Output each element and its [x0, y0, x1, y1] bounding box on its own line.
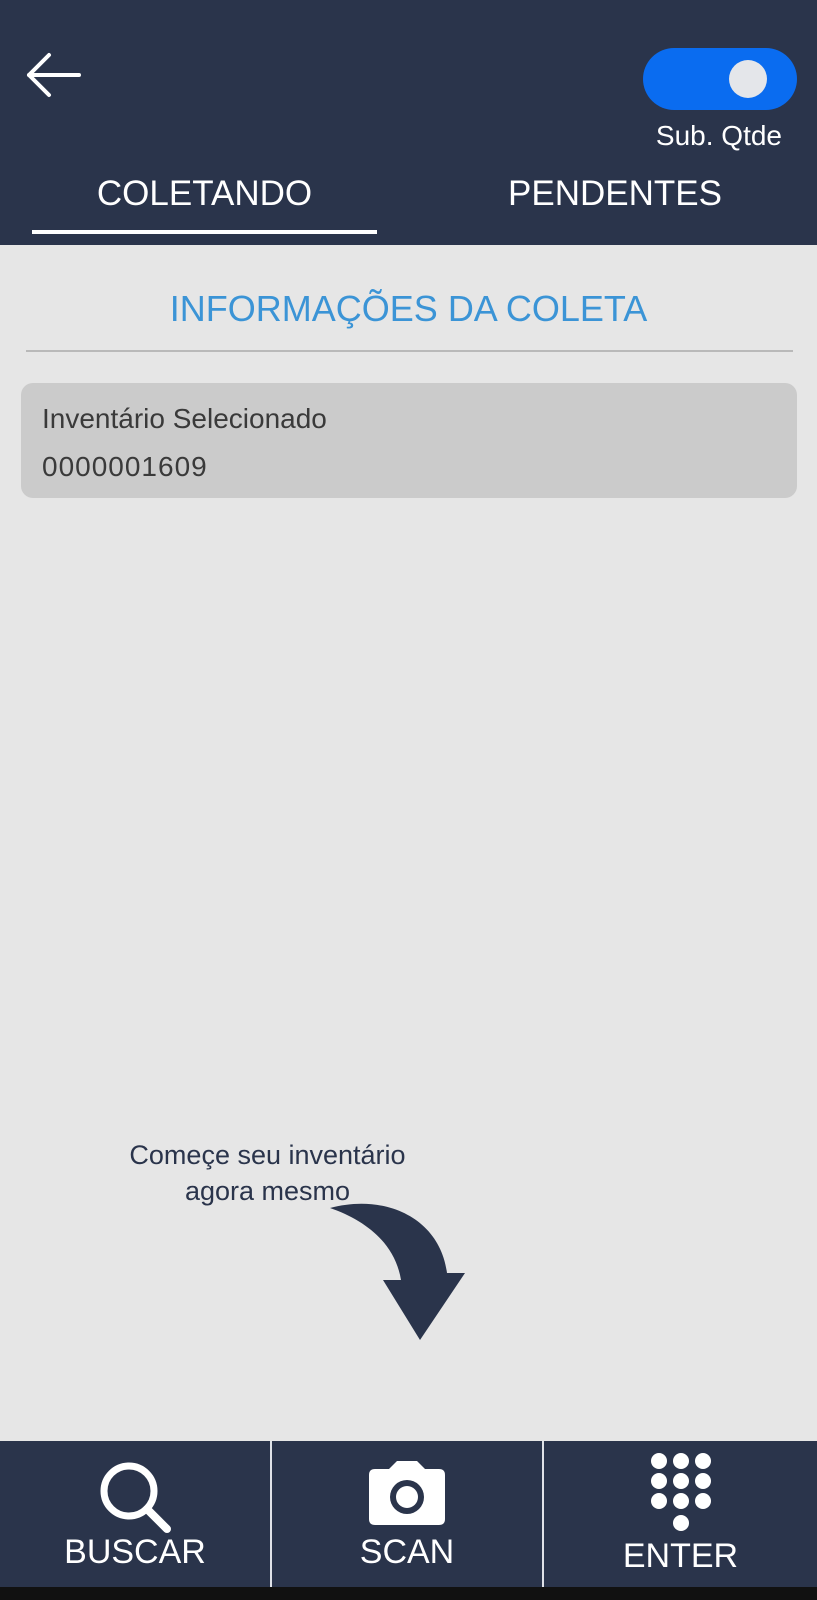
- enter-button[interactable]: ENTER: [544, 1441, 817, 1587]
- card-label: Inventário Selecionado: [42, 403, 327, 434]
- keypad-icon: [650, 1453, 711, 1531]
- buscar-label: BUSCAR: [64, 1533, 206, 1571]
- search-icon: [100, 1462, 171, 1533]
- tab-coletando[interactable]: COLETANDO: [32, 170, 377, 230]
- scan-label: SCAN: [359, 1533, 455, 1571]
- arrow-left-icon: [27, 53, 81, 97]
- sub-qtde-toggle[interactable]: [643, 48, 797, 110]
- section-divider: [26, 350, 793, 352]
- section-title: INFORMAÇÕES DA COLETA: [169, 288, 648, 329]
- active-tab-indicator: [32, 230, 377, 234]
- buscar-button[interactable]: BUSCAR: [0, 1441, 270, 1587]
- toggle-knob: [729, 60, 767, 98]
- camera-icon: [369, 1461, 445, 1525]
- enter-label: ENTER: [622, 1537, 739, 1575]
- curved-arrow-down-icon: [330, 1203, 465, 1340]
- tab-pendentes[interactable]: PENDENTES: [440, 170, 790, 230]
- system-nav-strip: [0, 1587, 817, 1600]
- toggle-label: Sub. Qtde: [655, 120, 782, 151]
- card-value: 0000001609: [42, 451, 208, 482]
- back-button[interactable]: [18, 40, 88, 110]
- scan-button[interactable]: SCAN: [272, 1441, 542, 1587]
- selected-inventory-card: Inventário Selecionado 0000001609: [21, 383, 797, 498]
- hint-line-1: Começe seu inventário: [129, 1140, 406, 1170]
